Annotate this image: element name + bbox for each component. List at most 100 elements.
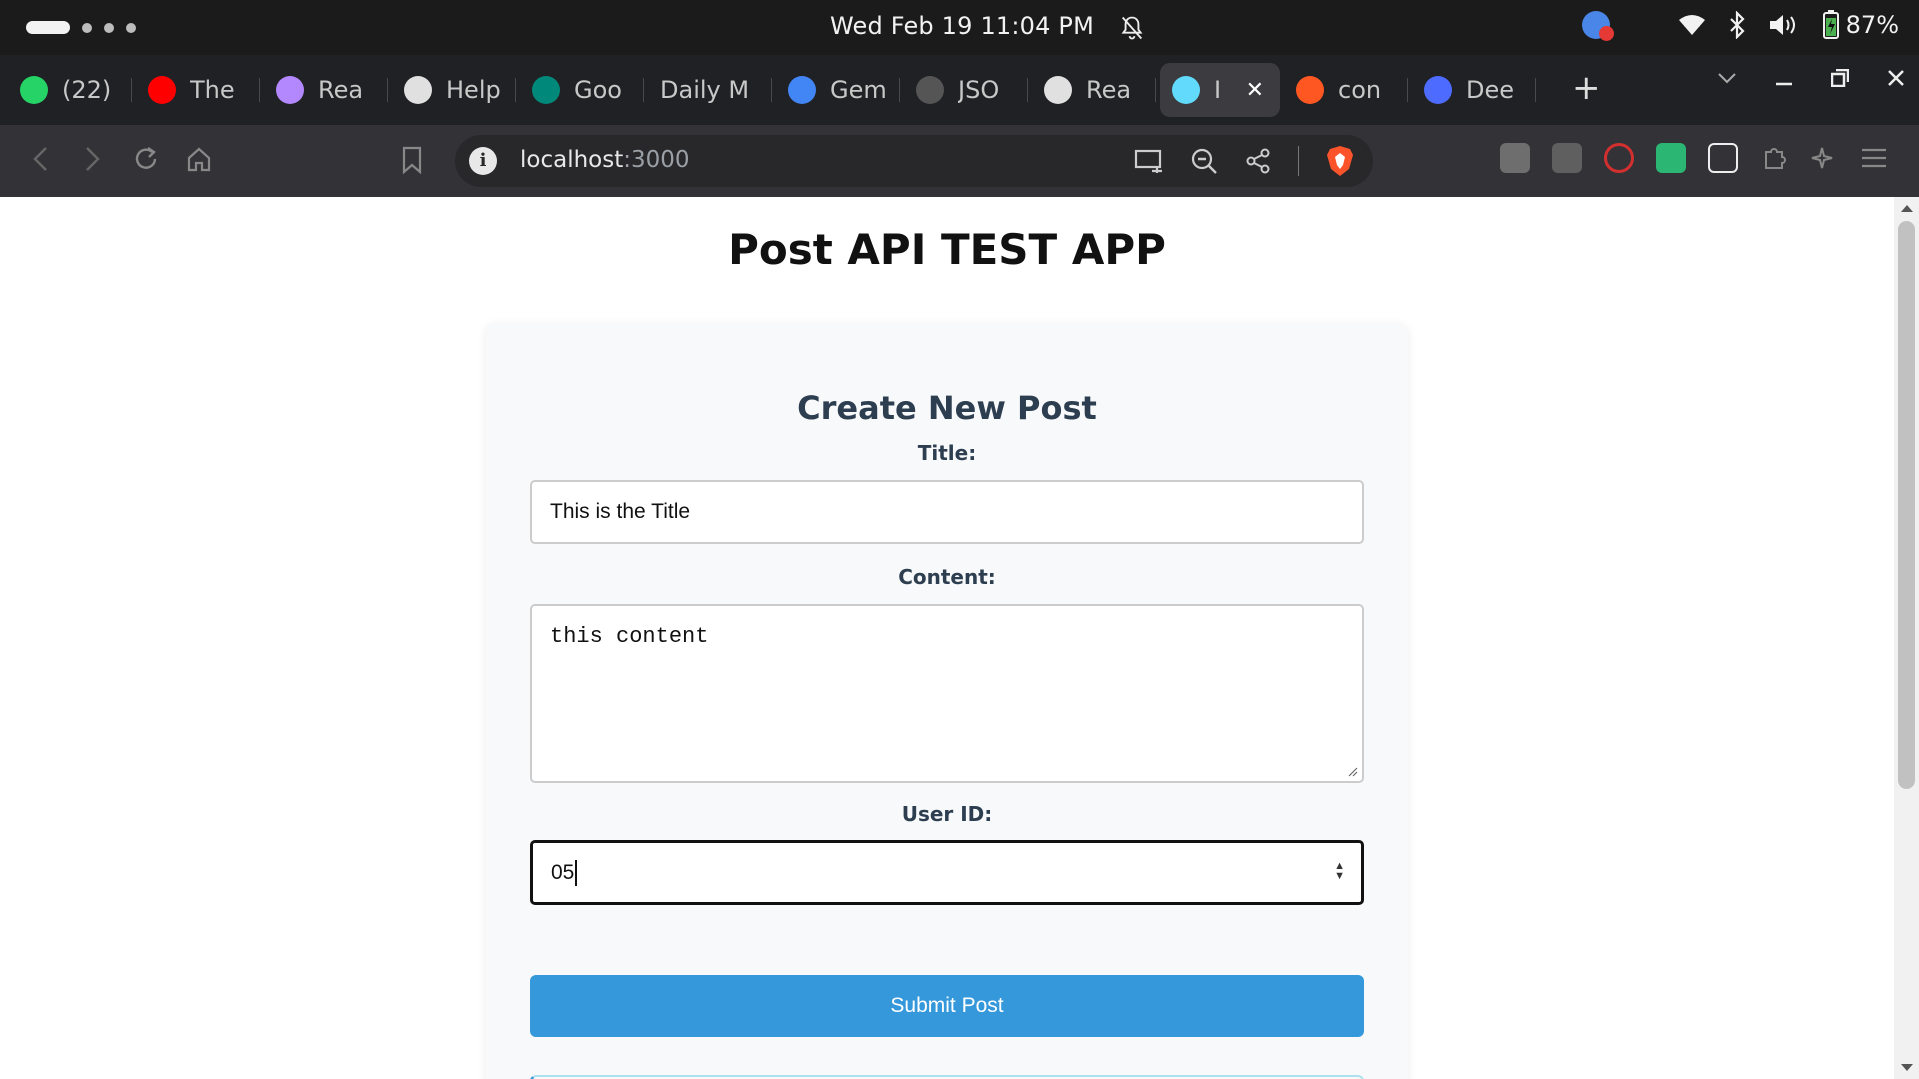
submit-post-button[interactable]: Submit Post: [530, 975, 1364, 1037]
tab-title: Rea: [1086, 76, 1132, 104]
site-info-icon[interactable]: i: [469, 147, 497, 175]
tab-title: (22): [62, 76, 112, 104]
menu-icon[interactable]: [1860, 146, 1888, 170]
response-box: [530, 1075, 1364, 1079]
brave-shields-icon[interactable]: [1325, 145, 1355, 177]
tab-title: Goo: [574, 76, 622, 104]
tab-search-chevron-icon[interactable]: [1717, 71, 1737, 85]
browser-tab[interactable]: Rea: [264, 63, 388, 117]
openai-icon: [404, 76, 432, 104]
title-input[interactable]: This is the Title: [530, 480, 1364, 544]
workspace-dot[interactable]: [82, 22, 92, 33]
wallet-extension-icon[interactable]: [1500, 143, 1530, 173]
text-caret: [575, 859, 578, 886]
reload-icon[interactable]: [132, 143, 160, 175]
workspace-indicator[interactable]: [26, 21, 136, 34]
scroll-up-arrow-icon[interactable]: [1901, 205, 1913, 212]
bookmark-icon[interactable]: [400, 145, 424, 175]
number-spinner[interactable]: ▲ ▼: [1334, 861, 1345, 882]
new-tab-button[interactable]: +: [1572, 68, 1601, 108]
address-bar[interactable]: i localhost:3000: [455, 135, 1373, 187]
userid-input[interactable]: 05 ▲ ▼: [530, 840, 1364, 905]
address-bar-actions: [1134, 145, 1355, 177]
browser-tab[interactable]: I ✕: [1160, 63, 1280, 117]
restore-icon[interactable]: [1831, 69, 1849, 87]
home-icon[interactable]: [185, 143, 213, 175]
close-tab-icon[interactable]: ✕: [1246, 78, 1264, 103]
volume-icon[interactable]: [1768, 12, 1798, 38]
tab-title: Gem: [830, 76, 887, 104]
workspace-dot[interactable]: [126, 22, 136, 33]
browser-tab[interactable]: (22): [8, 63, 132, 117]
deepseek-icon: [1424, 76, 1452, 104]
tab-manager-extension-icon[interactable]: [1552, 143, 1582, 173]
system-tray[interactable]: 87%: [1581, 10, 1899, 41]
tab-title: Help: [446, 76, 501, 104]
scrollbar-thumb[interactable]: [1898, 221, 1915, 789]
page-scrollbar[interactable]: [1894, 197, 1919, 1079]
bluetooth-icon[interactable]: [1728, 11, 1746, 39]
forward-icon[interactable]: [79, 143, 107, 175]
react-icon: [1172, 76, 1200, 104]
avatar-icon: [276, 76, 304, 104]
share-icon[interactable]: [1244, 147, 1272, 175]
active-workspace[interactable]: [26, 21, 70, 34]
scroll-down-arrow-icon[interactable]: [1901, 1064, 1913, 1071]
zoom-out-icon[interactable]: [1190, 147, 1218, 175]
browser-tab[interactable]: Dee: [1412, 63, 1536, 117]
resize-handle-icon[interactable]: [1346, 765, 1358, 777]
battery-percent: 87%: [1845, 11, 1899, 39]
openai-icon: [1044, 76, 1072, 104]
tab-title: Dee: [1466, 76, 1515, 104]
userid-input-value: 05: [551, 860, 575, 884]
extensions-area: [1500, 143, 1888, 173]
browser-tab[interactable]: JSO: [904, 63, 1028, 117]
browser-tab[interactable]: Rea: [1032, 63, 1156, 117]
cast-icon[interactable]: [1134, 148, 1164, 174]
wifi-icon[interactable]: [1678, 13, 1706, 37]
battery-indicator[interactable]: 87%: [1820, 10, 1899, 40]
separator: [1298, 146, 1299, 176]
browser-tab[interactable]: con: [1284, 63, 1408, 117]
notifications-muted-icon[interactable]: [1118, 14, 1146, 42]
close-window-icon[interactable]: [1887, 69, 1905, 87]
form-heading: Create New Post: [797, 389, 1097, 427]
browser-tab[interactable]: Goo: [520, 63, 644, 117]
app-indicator-icon[interactable]: [1581, 11, 1614, 41]
browser-tab[interactable]: The: [136, 63, 260, 117]
youtube-icon: [148, 76, 176, 104]
recorder-extension-icon[interactable]: [1604, 143, 1634, 173]
url-text[interactable]: localhost:3000: [520, 147, 690, 173]
workspace-dot[interactable]: [104, 22, 114, 33]
tab-list: (22) The Rea Help Goo Daily M Gem JSO Rea I ✕ con De…: [8, 63, 1536, 117]
tab-title: JSO: [958, 76, 1000, 104]
video-extension-icon[interactable]: [1656, 143, 1686, 173]
browser-toolbar: i localhost:3000: [0, 125, 1919, 197]
userid-label: User ID:: [901, 802, 993, 826]
back-icon[interactable]: [26, 143, 54, 175]
bookmark-star-extension-icon[interactable]: [1708, 143, 1738, 173]
browser-tab[interactable]: Daily M: [648, 63, 772, 117]
browser-tab-strip: (22) The Rea Help Goo Daily M Gem JSO Rea I ✕ con De…: [0, 55, 1919, 125]
content-textarea-value: this content: [550, 624, 709, 649]
brave-shield-icon: [1296, 76, 1324, 104]
tab-title: Daily M: [660, 76, 750, 104]
window-controls: [1717, 69, 1905, 87]
google-meet-icon: [532, 76, 560, 104]
title-input-value: This is the Title: [550, 500, 691, 523]
leo-ai-icon[interactable]: [1810, 144, 1838, 172]
title-label: Title:: [917, 441, 977, 465]
system-clock[interactable]: Wed Feb 19 11:04 PM: [830, 12, 1094, 40]
whatsapp-icon: [20, 76, 48, 104]
navigation-buttons: [26, 143, 213, 175]
battery-charging-icon: [1822, 10, 1839, 39]
tab-title: The: [190, 76, 235, 104]
json-icon: [916, 76, 944, 104]
tab-title: Rea: [318, 76, 364, 104]
minimize-icon[interactable]: [1775, 69, 1793, 87]
browser-tab[interactable]: Help: [392, 63, 516, 117]
browser-tab[interactable]: Gem: [776, 63, 900, 117]
content-textarea[interactable]: this content: [530, 604, 1364, 783]
create-post-form: Create New Post Title: This is the Title…: [486, 323, 1408, 1079]
extensions-puzzle-icon[interactable]: [1760, 144, 1788, 172]
